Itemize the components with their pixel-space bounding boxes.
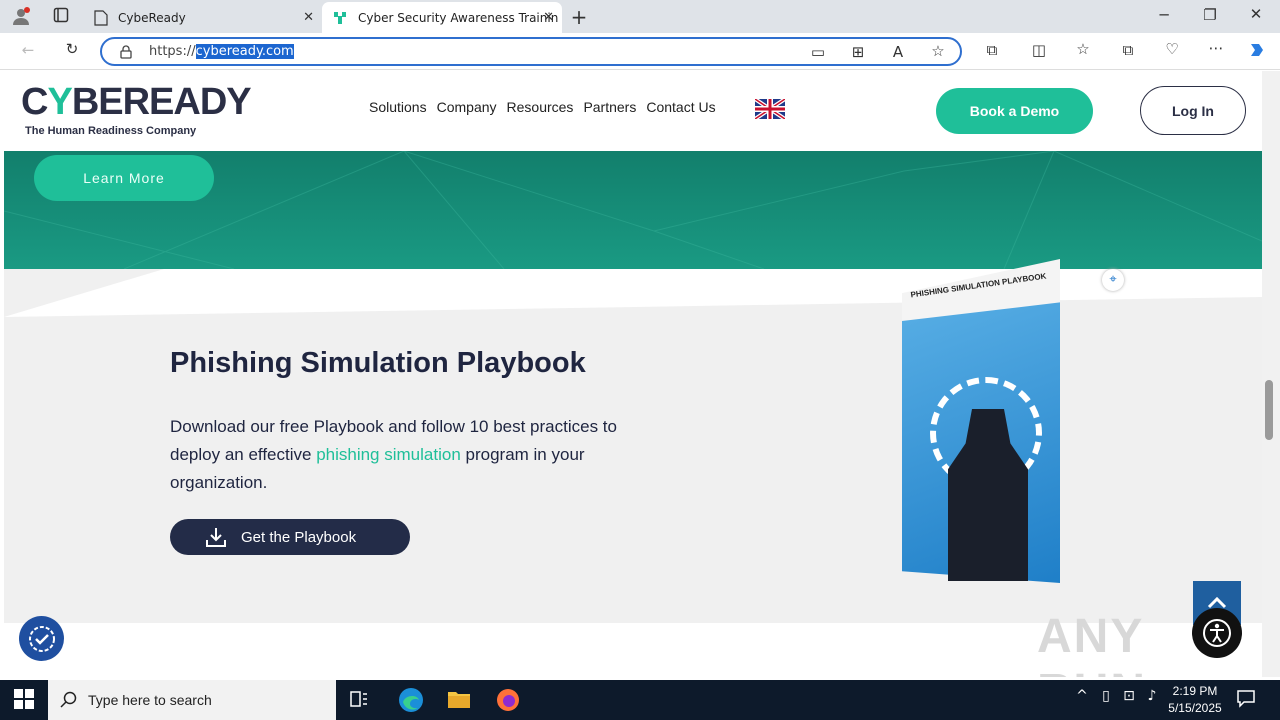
taskbar-search[interactable]: Type here to search — [48, 680, 336, 720]
favorite-star-icon[interactable]: ☆ — [928, 42, 948, 60]
back-icon[interactable]: ← — [16, 41, 40, 59]
chevron-up-icon[interactable]: ^ — [1070, 688, 1094, 712]
windows-taskbar: Type here to search ^ ▯ ⊡ ♪ 2:19 PM 5/15… — [0, 680, 1280, 720]
logo-text: BEREADY — [71, 81, 252, 123]
clock-date: 5/15/2025 — [1168, 701, 1222, 715]
url-selected: cybeready.com — [195, 44, 294, 59]
read-aloud-icon[interactable]: A — [888, 43, 908, 61]
consent-check-icon — [28, 625, 55, 652]
task-view-icon[interactable] — [348, 688, 372, 712]
url-prefix: https:// — [149, 44, 196, 59]
browser-essentials-icon[interactable]: ♡ — [1161, 40, 1183, 58]
tab-label: Cyber Security Awareness Trainin — [358, 10, 559, 25]
network-icon[interactable]: ⊡ — [1117, 688, 1141, 712]
page-scrollbar[interactable] — [1262, 71, 1280, 677]
tab-label: CybeReady — [118, 10, 186, 25]
section-divider-shape — [4, 269, 1262, 317]
logo-tagline: The Human Readiness Company — [25, 125, 197, 137]
clock-time: 2:19 PM — [1172, 684, 1218, 698]
download-icon — [206, 528, 226, 547]
windows-start-icon[interactable] — [13, 688, 37, 712]
tab-actions-icon[interactable] — [50, 7, 72, 27]
browser-tab-bar: CybeReady ✕ Cyber Security Awareness Tra… — [0, 0, 1280, 33]
file-explorer-icon[interactable] — [447, 688, 471, 712]
close-tab-icon[interactable]: ✕ — [303, 10, 314, 25]
cybeready-favicon-icon — [334, 11, 346, 24]
device-tray-icon[interactable]: ▯ — [1094, 688, 1118, 712]
refresh-icon[interactable]: ↻ — [60, 40, 84, 58]
copilot-icon[interactable] — [1246, 40, 1268, 64]
window-close-icon[interactable]: ✕ — [1246, 5, 1266, 23]
device-icon[interactable]: ▭ — [808, 43, 828, 61]
scrollbar-thumb[interactable] — [1265, 380, 1273, 440]
logo-text: C — [21, 81, 48, 123]
nav-company[interactable]: Company — [437, 99, 497, 115]
new-tab-icon[interactable]: + — [568, 5, 590, 29]
accessibility-menu-button[interactable] — [1192, 608, 1242, 658]
extensions-icon[interactable]: ⧉ — [981, 41, 1003, 59]
restore-icon[interactable]: ❐ — [1200, 6, 1220, 24]
firefox-icon[interactable] — [496, 688, 520, 712]
url-text[interactable]: https://cybeready.com — [149, 44, 294, 59]
section-description: Download our free Playbook and follow 10… — [170, 413, 630, 497]
page-viewport: CYBEREADY The Human Readiness Company So… — [4, 71, 1262, 677]
site-header: CYBEREADY The Human Readiness Company So… — [4, 71, 1262, 151]
logo-accent: Y — [47, 81, 72, 123]
nav-contact-us[interactable]: Contact Us — [646, 99, 715, 115]
nav-resources[interactable]: Resources — [507, 99, 574, 115]
get-playbook-label: Get the Playbook — [241, 528, 357, 546]
nav-solutions[interactable]: Solutions — [369, 99, 427, 115]
accessibility-person-icon — [1203, 619, 1231, 647]
get-playbook-button[interactable]: Get the Playbook — [170, 519, 410, 555]
uk-flag-icon[interactable] — [755, 99, 785, 119]
minimize-icon[interactable]: ─ — [1154, 6, 1174, 24]
address-bar[interactable]: https://cybeready.com ▭ ⊞ A ☆ — [100, 37, 962, 66]
tab-cybeready[interactable]: CybeReady ✕ — [84, 2, 322, 33]
cybeready-logo[interactable]: CYBEREADY — [21, 81, 252, 124]
cookie-consent-button[interactable] — [19, 616, 64, 661]
tab-cyber-security-awareness[interactable]: Cyber Security Awareness Trainin ✕ — [322, 2, 562, 33]
more-menu-icon[interactable]: ⋯ — [1205, 39, 1227, 57]
hero-band: Learn More — [4, 151, 1262, 269]
main-nav: Solutions Company Resources Partners Con… — [369, 99, 716, 115]
nav-partners[interactable]: Partners — [583, 99, 636, 115]
phishing-simulation-link[interactable]: phishing simulation — [316, 445, 461, 464]
apps-icon[interactable]: ⊞ — [848, 43, 868, 61]
visual-search-icon[interactable]: ⌖ — [1102, 269, 1124, 291]
profile-icon[interactable] — [10, 6, 32, 30]
favorites-icon[interactable]: ☆ — [1072, 40, 1094, 58]
search-icon — [60, 691, 77, 708]
split-screen-icon[interactable]: ◫ — [1028, 41, 1050, 59]
search-placeholder: Type here to search — [88, 692, 212, 708]
notifications-icon[interactable] — [1236, 688, 1260, 712]
login-button[interactable]: Log In — [1140, 86, 1246, 135]
system-clock[interactable]: 2:19 PM 5/15/2025 — [1160, 683, 1230, 717]
lock-icon[interactable] — [120, 45, 132, 59]
learn-more-button[interactable]: Learn More — [34, 155, 214, 201]
book-demo-button[interactable]: Book a Demo — [936, 88, 1093, 134]
playbook-book-image: PHISHING SIMULATION PLAYBOOK — [902, 259, 1072, 587]
section-title: Phishing Simulation Playbook — [170, 347, 586, 379]
collections-icon[interactable]: ⧉ — [1117, 41, 1139, 59]
playbook-section: Phishing Simulation Playbook Download ou… — [4, 269, 1262, 623]
page-icon — [94, 9, 108, 26]
close-tab-icon[interactable]: ✕ — [543, 10, 554, 25]
address-toolbar: ← ↻ https://cybeready.com ▭ ⊞ A ☆ ⧉ ◫ ☆ … — [0, 33, 1280, 70]
edge-icon[interactable] — [398, 687, 424, 713]
